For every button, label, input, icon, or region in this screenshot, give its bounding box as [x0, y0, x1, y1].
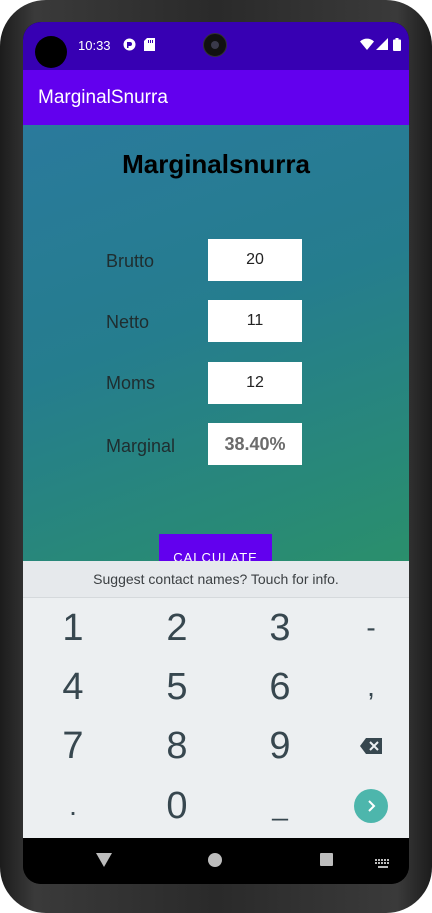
wifi-icon	[360, 38, 374, 53]
page-title: Marginalsnurra	[122, 149, 310, 179]
app-bar: MarginalSnurra	[23, 70, 409, 125]
next-icon	[354, 789, 388, 823]
back-icon[interactable]	[96, 853, 112, 872]
sd-card-icon	[144, 38, 155, 54]
next-key[interactable]	[323, 776, 409, 836]
key-period[interactable]: .	[25, 776, 121, 836]
key-underscore[interactable]: _	[232, 776, 328, 836]
signal-icon	[376, 38, 388, 53]
key-8[interactable]: 8	[129, 716, 225, 776]
netto-input[interactable]: 11	[208, 300, 302, 342]
app-title: MarginalSnurra	[38, 87, 168, 108]
backspace-icon	[360, 738, 382, 754]
drive-icon	[123, 38, 136, 54]
front-camera	[203, 33, 227, 57]
backspace-key[interactable]	[323, 716, 409, 776]
main-content: Marginalsnurra Brutto 20 Netto 11 Moms 1…	[23, 125, 409, 580]
screen: 10:33 MarginalSnurra Marginalsnurra Brut…	[23, 22, 409, 884]
moms-label: Moms	[106, 373, 155, 393]
moms-input[interactable]: 12	[208, 362, 302, 404]
key-5[interactable]: 5	[129, 657, 225, 717]
navigation-bar	[23, 838, 409, 884]
contact-suggestion-bar[interactable]: Suggest contact names? Touch for info.	[23, 561, 409, 598]
key-minus[interactable]: -	[323, 598, 409, 658]
device-frame: 10:33 MarginalSnurra Marginalsnurra Brut…	[0, 0, 432, 913]
key-1[interactable]: 1	[25, 598, 121, 658]
key-comma[interactable]: ,	[323, 657, 409, 717]
home-icon[interactable]	[208, 853, 222, 872]
clock: 10:33	[78, 38, 111, 53]
battery-icon	[393, 38, 401, 54]
key-0[interactable]: 0	[129, 776, 225, 836]
brutto-label: Brutto	[106, 251, 155, 271]
status-bar: 10:33	[23, 22, 409, 70]
numeric-keyboard: 1 2 3 - 4 5 6 , 7 8 9 . 0 _	[23, 598, 409, 838]
netto-label: Netto	[106, 312, 150, 332]
camera-cutout	[35, 36, 67, 68]
marginal-label: Marginal	[106, 436, 176, 456]
key-9[interactable]: 9	[232, 716, 328, 776]
keyboard-icon[interactable]	[375, 856, 391, 874]
key-4[interactable]: 4	[25, 657, 121, 717]
key-6[interactable]: 6	[232, 657, 328, 717]
recents-icon[interactable]	[320, 853, 333, 871]
key-3[interactable]: 3	[232, 598, 328, 658]
key-2[interactable]: 2	[129, 598, 225, 658]
marginal-result: 38.40%	[208, 423, 302, 465]
brutto-input[interactable]: 20	[208, 239, 302, 281]
key-7[interactable]: 7	[25, 716, 121, 776]
